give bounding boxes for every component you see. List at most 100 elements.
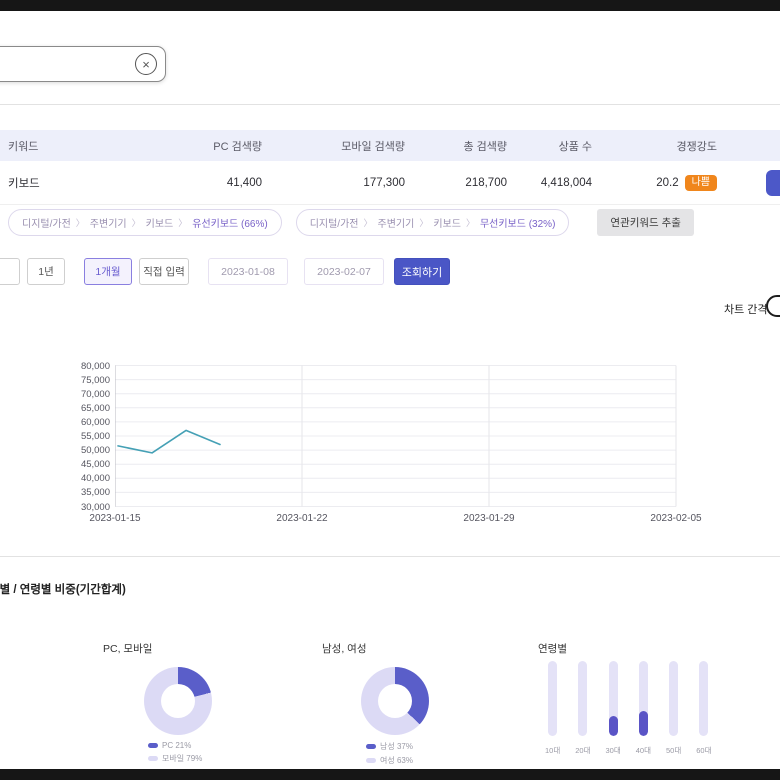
category-segment: 키보드 (433, 215, 461, 230)
category-leaf: 유선키보드 (66%) (192, 215, 267, 230)
category-breadcrumbs: 디지털/가전 〉 주변기기 〉 키보드 〉 유선키보드 (66%) 디지털/가전… (8, 209, 694, 236)
legend-label: 여성 63% (380, 755, 413, 766)
age-bar-track (699, 661, 708, 736)
y-axis-tick-label: 60,000 (18, 417, 110, 428)
date-from-input[interactable]: 2023-01-08 (208, 258, 288, 285)
chart-title-pc-mobile: PC, 모바일 (103, 641, 152, 656)
gender-donut-chart (361, 667, 429, 735)
period-button-partial[interactable] (0, 258, 20, 285)
chevron-separator-icon: 〉 (363, 216, 372, 229)
y-axis-tick-label: 75,000 (18, 375, 110, 386)
age-bar: 10대 (545, 661, 560, 756)
y-axis-tick-label: 50,000 (18, 445, 110, 456)
row-action-button[interactable] (766, 170, 780, 196)
age-bar-label: 60대 (696, 745, 711, 756)
total-volume-cell: 218,700 (405, 177, 507, 189)
chevron-separator-icon: 〉 (419, 216, 428, 229)
legend-row: PC 21% (148, 741, 202, 750)
age-bar-track (548, 661, 557, 736)
divider (0, 104, 780, 105)
y-axis-tick-label: 30,000 (18, 502, 110, 513)
age-bar-label: 30대 (606, 745, 621, 756)
chart-title-age: 연령별 (538, 641, 567, 656)
x-axis-tick-label: 2023-01-15 (75, 513, 155, 524)
age-bar-label: 50대 (666, 745, 681, 756)
search-input[interactable] (5, 49, 125, 79)
chevron-separator-icon: 〉 (132, 216, 141, 229)
bottom-window-bar (0, 769, 780, 780)
x-axis-tick-label: 2023-02-05 (636, 513, 716, 524)
y-axis-tick-label: 80,000 (18, 361, 110, 372)
age-bar-chart: 10대 20대 30대 40대 50대 60대 (545, 661, 712, 756)
product-count-cell: 4,418,004 (507, 177, 592, 189)
period-button-1-month[interactable]: 1개월 (84, 258, 132, 285)
pc-volume-cell: 41,400 (140, 177, 262, 189)
category-segment: 키보드 (146, 215, 174, 230)
age-bar-label: 20대 (575, 745, 590, 756)
legend-swatch-female (366, 758, 376, 763)
y-axis-tick-label: 35,000 (18, 487, 110, 498)
search-volume-line-chart (115, 360, 680, 512)
category-segment: 주변기기 (378, 215, 415, 230)
column-header-product-count: 상품 수 (507, 138, 592, 154)
chevron-separator-icon: 〉 (178, 216, 187, 229)
column-header-pc-volume: PC 검색량 (140, 138, 262, 154)
pc-mobile-legend: PC 21% 모바일 79% (148, 741, 202, 764)
keyword-analysis-page: × 키워드 PC 검색량 모바일 검색량 총 검색량 상품 수 경쟁강도 키보드… (0, 0, 780, 780)
age-bar: 60대 (696, 661, 711, 756)
y-axis-tick-label: 45,000 (18, 459, 110, 470)
legend-row: 모바일 79% (148, 753, 202, 764)
age-bar-label: 10대 (545, 745, 560, 756)
period-button-1-year[interactable]: 1년 (27, 258, 65, 285)
y-axis-tick-label: 65,000 (18, 403, 110, 414)
top-window-bar (0, 0, 780, 11)
legend-swatch-mobile (148, 756, 158, 761)
competition-badge: 나쁨 (685, 175, 717, 191)
category-leaf: 무선키보드 (32%) (480, 215, 555, 230)
donut-hole (161, 684, 195, 718)
chevron-separator-icon: 〉 (466, 216, 475, 229)
age-bar-track (669, 661, 678, 736)
x-axis-tick-label: 2023-01-22 (262, 513, 342, 524)
legend-row: 남성 37% (366, 741, 413, 752)
column-header-total-volume: 총 검색량 (405, 138, 507, 154)
competition-value: 20.2 (656, 177, 678, 189)
table-header-row: 키워드 PC 검색량 모바일 검색량 총 검색량 상품 수 경쟁강도 (0, 130, 780, 161)
category-chip-wireless[interactable]: 디지털/가전 〉 주변기기 〉 키보드 〉 무선키보드 (32%) (296, 209, 570, 236)
date-to-input[interactable]: 2023-02-07 (304, 258, 384, 285)
column-header-competition: 경쟁강도 (592, 138, 717, 154)
query-submit-button[interactable]: 조회하기 (394, 258, 450, 285)
keyword-search-box: × (0, 46, 166, 82)
divider (0, 556, 780, 557)
competition-cell: 20.2 나쁨 (592, 175, 717, 191)
table-row[interactable]: 키보드 41,400 177,300 218,700 4,418,004 20.… (0, 161, 780, 205)
x-axis-tick-label: 2023-01-29 (449, 513, 529, 524)
y-axis-tick-label: 55,000 (18, 431, 110, 442)
legend-swatch-pc (148, 743, 158, 748)
column-header-keyword: 키워드 (0, 138, 140, 154)
column-header-mobile-volume: 모바일 검색량 (262, 138, 405, 154)
age-bar-track (578, 661, 587, 736)
gender-legend: 남성 37% 여성 63% (366, 741, 413, 766)
age-bar-label: 40대 (636, 745, 651, 756)
chart-gap-toggle[interactable] (766, 295, 780, 317)
donut-hole (378, 684, 412, 718)
mobile-volume-cell: 177,300 (262, 177, 405, 189)
clear-search-icon[interactable]: × (135, 53, 157, 75)
category-segment: 디지털/가전 (310, 215, 359, 230)
age-bar-track (639, 661, 648, 736)
chart-title-gender: 남성, 여성 (322, 641, 366, 656)
chart-gap-label: 차트 간격 (724, 301, 768, 317)
extract-related-keywords-button[interactable]: 연관키워드 추출 (597, 209, 694, 236)
chevron-separator-icon: 〉 (76, 216, 85, 229)
age-bar-fill (609, 716, 618, 736)
age-bar: 30대 (606, 661, 621, 756)
section-title-gender-age: 성별 / 연령별 비중(기간합계) (0, 581, 126, 597)
age-bar: 20대 (575, 661, 590, 756)
period-button-custom[interactable]: 직접 입력 (139, 258, 189, 285)
legend-row: 여성 63% (366, 755, 413, 766)
y-axis-tick-label: 70,000 (18, 389, 110, 400)
age-bar: 40대 (636, 661, 651, 756)
keyword-cell: 키보드 (0, 175, 140, 191)
category-chip-wired[interactable]: 디지털/가전 〉 주변기기 〉 키보드 〉 유선키보드 (66%) (8, 209, 282, 236)
